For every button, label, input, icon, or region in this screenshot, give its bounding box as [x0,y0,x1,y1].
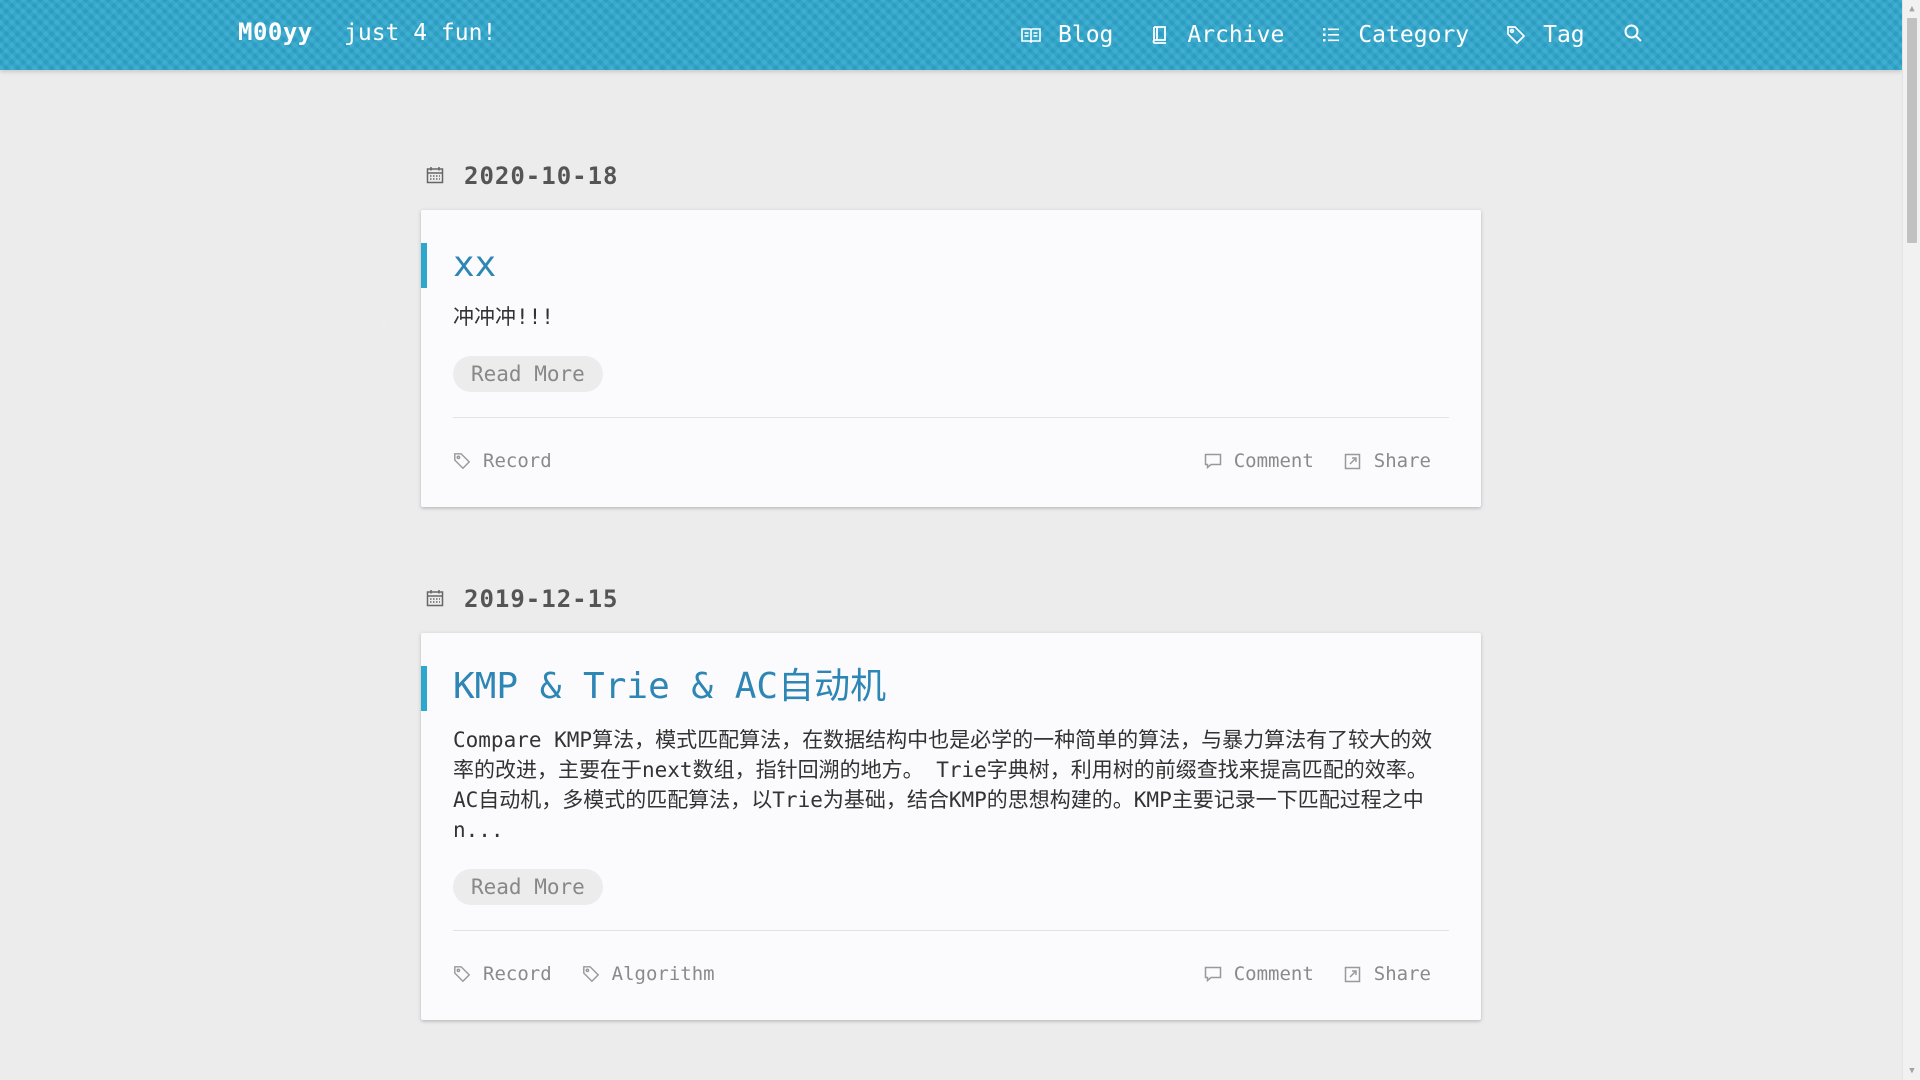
card-divider [453,417,1449,418]
share-link[interactable]: Share [1344,963,1431,985]
book-open-icon [1020,24,1042,46]
comment-label: Comment [1233,450,1314,472]
tag-icon [453,965,471,983]
calendar-icon [426,589,446,609]
share-icon [1344,965,1362,983]
title-accent-bar [421,243,427,288]
nav-label-archive: Archive [1187,22,1285,48]
excerpt-line: Compare KMP算法，模式匹配算法，在数据结构中也是必学的一种简单的算法，… [453,728,1433,752]
nav-label-category: Category [1358,22,1470,48]
tag-label: Record [483,450,552,472]
post-date-text: 2019-12-15 [464,585,619,613]
comment-label: Comment [1233,963,1314,985]
tag-icon [582,965,600,983]
post-date-text: 2020-10-18 [464,162,619,190]
post-actions: Comment Share [1204,450,1431,472]
post-excerpt: Compare KMP算法，模式匹配算法，在数据结构中也是必学的一种简单的算法，… [453,725,1453,845]
tag-link[interactable]: Record [453,450,552,472]
nav-item-blog[interactable]: Blog [1020,22,1113,48]
tag-icon [453,452,471,470]
nav-item-category[interactable]: Category [1320,22,1469,48]
nav-label-tag: Tag [1543,22,1585,48]
post-tags: Record [453,450,582,472]
tag-icon [1505,24,1527,46]
scroll-up-arrow-icon[interactable]: ▲ [1903,0,1920,18]
post-card: xx 冲冲冲!!! Read More Record Comment Share [421,210,1481,507]
page: M00yy just 4 fun! Blog Archive Category … [0,0,1920,1080]
post-title[interactable]: xx [453,245,496,285]
post-date: 2020-10-18 [426,162,619,190]
post-card: KMP & Trie & AC自动机 Compare KMP算法，模式匹配算法，… [421,633,1481,1020]
comment-icon [1204,965,1222,983]
nav-menu: Blog Archive Category Tag [1020,0,1645,70]
search-button[interactable] [1621,23,1645,47]
share-label: Share [1373,963,1431,985]
nav-label-blog: Blog [1058,22,1114,48]
comment-link[interactable]: Comment [1204,450,1314,472]
top-navbar: M00yy just 4 fun! Blog Archive Category … [0,0,1902,70]
tag-link[interactable]: Record [453,963,552,985]
site-brand[interactable]: M00yy [238,18,313,46]
title-accent-bar [421,666,427,711]
tag-label: Record [483,963,552,985]
tag-link[interactable]: Algorithm [582,963,715,985]
post-date: 2019-12-15 [426,585,619,613]
comment-link[interactable]: Comment [1204,963,1314,985]
post-tags: Record Algorithm [453,963,745,985]
calendar-icon [426,166,446,186]
search-icon [1623,23,1643,47]
read-more-button[interactable]: Read More [453,869,603,905]
share-link[interactable]: Share [1344,450,1431,472]
post-actions: Comment Share [1204,963,1431,985]
read-more-button[interactable]: Read More [453,356,603,392]
book-icon [1149,24,1171,46]
vertical-scrollbar[interactable]: ▲ ▼ [1902,0,1920,1080]
share-label: Share [1373,450,1431,472]
post-title[interactable]: KMP & Trie & AC自动机 [453,667,886,707]
scrollbar-thumb[interactable] [1907,18,1917,243]
site-tagline: just 4 fun! [344,20,497,46]
nav-item-tag[interactable]: Tag [1505,22,1585,48]
list-icon [1320,24,1342,46]
share-icon [1344,452,1362,470]
comment-icon [1204,452,1222,470]
card-divider [453,930,1449,931]
excerpt-line: n... [453,818,504,842]
nav-item-archive[interactable]: Archive [1149,22,1284,48]
tag-label: Algorithm [611,963,715,985]
post-excerpt: 冲冲冲!!! [453,305,554,329]
scroll-down-arrow-icon[interactable]: ▼ [1903,1062,1920,1080]
excerpt-line: AC自动机，多模式的匹配算法，以Trie为基础，结合KMP的思想构建的。KMP主… [453,788,1424,812]
excerpt-line: 率的改进，主要在于next数组，指针回溯的地方。 Trie字典树，利用树的前缀查… [453,758,1428,782]
